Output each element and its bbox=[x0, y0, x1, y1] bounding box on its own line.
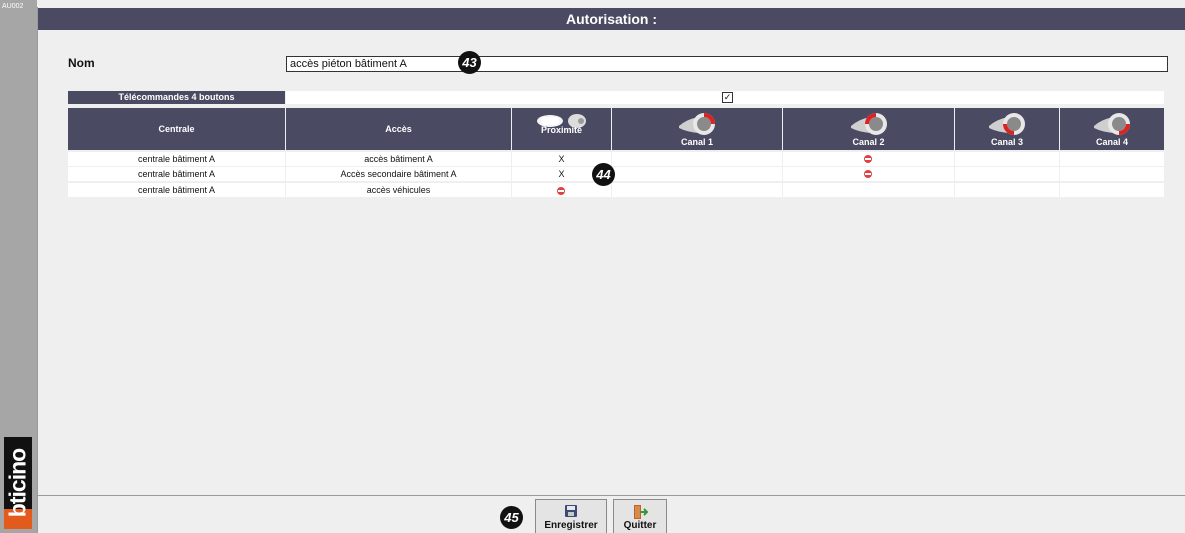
header-canal4: Canal 4 bbox=[1060, 108, 1164, 150]
header-canal1: Canal 1 bbox=[612, 108, 782, 150]
four-button-remote-icon bbox=[989, 113, 1025, 135]
save-button-label: Enregistrer bbox=[544, 520, 598, 531]
four-button-remote-icon bbox=[1094, 113, 1130, 135]
application-window: AU002 bticino Autorisation : Nom accès p… bbox=[0, 0, 1185, 533]
header-canal1-label: Canal 1 bbox=[680, 137, 713, 147]
floppy-disk-icon bbox=[565, 505, 577, 517]
side-strip: AU002 bticino bbox=[0, 0, 37, 533]
header-canal2: Canal 2 bbox=[783, 108, 954, 150]
screen-code: AU002 bbox=[2, 3, 24, 10]
row3-proximite[interactable] bbox=[512, 183, 611, 197]
row2-canal4[interactable] bbox=[1060, 167, 1164, 181]
no-entry-icon bbox=[557, 187, 565, 195]
row3-canal1[interactable] bbox=[612, 183, 782, 197]
header-canal2-label: Canal 2 bbox=[852, 137, 885, 147]
exit-door-icon bbox=[634, 505, 648, 519]
row2-canal3[interactable] bbox=[955, 167, 1059, 181]
row3-centrale[interactable]: centrale bâtiment A bbox=[68, 183, 285, 197]
header-acces: Accès bbox=[286, 108, 511, 150]
callout-marker-43: 43 bbox=[458, 51, 481, 74]
bticino-logo: bticino bbox=[4, 437, 32, 529]
row1-centrale[interactable]: centrale bâtiment A bbox=[68, 152, 285, 166]
header-proximite-label: Proximité bbox=[540, 125, 582, 135]
no-entry-icon bbox=[864, 155, 872, 163]
window-title: Autorisation : bbox=[38, 8, 1185, 30]
header-canal4-label: Canal 4 bbox=[1095, 137, 1128, 147]
save-button[interactable]: Enregistrer bbox=[535, 499, 607, 533]
nom-label: Nom bbox=[68, 56, 95, 70]
header-proximite: Proximité bbox=[512, 108, 611, 150]
row1-canal3[interactable] bbox=[955, 152, 1059, 166]
row2-canal2[interactable] bbox=[783, 167, 954, 181]
row3-canal3[interactable] bbox=[955, 183, 1059, 197]
four-button-remote-icon bbox=[850, 113, 887, 135]
nom-input[interactable]: accès piéton bâtiment A bbox=[286, 56, 1168, 72]
quit-button[interactable]: Quitter bbox=[613, 499, 667, 533]
telecommande-checkbox[interactable]: ✓ bbox=[722, 92, 733, 103]
row3-canal2[interactable] bbox=[783, 183, 954, 197]
header-centrale: Centrale bbox=[68, 108, 285, 150]
no-entry-icon bbox=[864, 170, 872, 178]
telecommande-label: Télécommandes 4 boutons bbox=[68, 91, 285, 104]
row2-canal1[interactable] bbox=[612, 167, 782, 181]
row3-acces[interactable]: accès véhicules bbox=[286, 183, 511, 197]
quit-button-label: Quitter bbox=[623, 520, 657, 531]
row1-proximite[interactable]: X bbox=[512, 152, 611, 166]
row2-centrale[interactable]: centrale bâtiment A bbox=[68, 167, 285, 181]
row3-canal4[interactable] bbox=[1060, 183, 1164, 197]
header-canal3-label: Canal 3 bbox=[990, 137, 1023, 147]
header-canal3: Canal 3 bbox=[955, 108, 1059, 150]
row2-acces[interactable]: Accès secondaire bâtiment A bbox=[286, 167, 511, 181]
four-button-remote-icon bbox=[679, 113, 715, 135]
row1-canal1[interactable] bbox=[612, 152, 782, 166]
callout-marker-44: 44 bbox=[592, 163, 615, 186]
row1-canal4[interactable] bbox=[1060, 152, 1164, 166]
row1-canal2[interactable] bbox=[783, 152, 954, 166]
callout-marker-45: 45 bbox=[500, 506, 523, 529]
footer-divider bbox=[38, 495, 1185, 496]
row1-acces[interactable]: accès bâtiment A bbox=[286, 152, 511, 166]
